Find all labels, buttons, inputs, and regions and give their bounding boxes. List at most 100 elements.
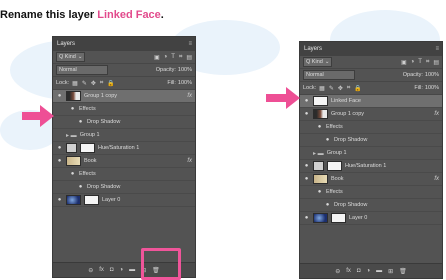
layer-row[interactable]: ● Group 1 copy fx <box>53 90 195 103</box>
layer-row[interactable]: ● Layer 0 <box>300 212 442 225</box>
layer-row[interactable]: ● Layer 0 <box>53 194 195 207</box>
layers-panel-before: Layers ≡ Q Kind ⌄ ▣ ◑ T ⌗ ▤ Normal Opacit… <box>52 36 196 278</box>
new-adjustment-icon[interactable]: ◑ <box>367 268 371 274</box>
layer-name[interactable]: Hue/Saturation 1 <box>345 163 386 169</box>
layer-row[interactable]: ● Group 1 copy fx <box>300 108 442 121</box>
layer-thumbnail <box>66 91 81 101</box>
type-filter-icon[interactable]: T <box>171 54 175 61</box>
eye-icon[interactable]: ● <box>316 124 323 130</box>
lock-paint-icon[interactable]: ✎ <box>329 85 334 92</box>
layer-name[interactable]: Group 1 copy <box>331 111 364 117</box>
pixel-filter-icon[interactable]: ▣ <box>154 54 160 61</box>
layer-name[interactable]: Group 1 <box>327 150 347 156</box>
blend-mode-select[interactable]: Normal <box>56 65 108 75</box>
smart-object-filter-icon[interactable]: ▤ <box>186 54 192 61</box>
shape-filter-icon[interactable]: ⌗ <box>179 54 182 61</box>
layer-row[interactable]: ● Hue/Saturation 1 <box>300 160 442 173</box>
eye-icon[interactable]: ● <box>77 119 84 125</box>
kind-filter-select[interactable]: Q Kind ⌄ <box>303 57 333 67</box>
eye-icon[interactable]: ● <box>303 111 310 117</box>
layer-row[interactable]: ● Drop Shadow <box>300 199 442 212</box>
eye-icon[interactable]: ● <box>324 202 331 208</box>
eye-icon[interactable]: ● <box>77 184 84 190</box>
new-group-icon[interactable]: ▬ <box>129 267 135 273</box>
eye-icon[interactable]: ● <box>303 176 310 182</box>
layer-row[interactable]: ● Effects <box>300 121 442 134</box>
adjustment-thumbnail <box>66 143 77 153</box>
eye-icon[interactable]: ● <box>303 98 310 104</box>
lock-all-icon[interactable]: 🔒 <box>107 80 114 87</box>
lock-transparency-icon[interactable]: ▦ <box>319 85 325 92</box>
layers-tab[interactable]: Layers <box>304 46 322 52</box>
layer-row[interactable]: ● Hue/Saturation 1 <box>53 142 195 155</box>
lock-artboard-icon[interactable]: ⌗ <box>347 85 350 92</box>
layer-row[interactable]: ● Linked Face <box>300 95 442 108</box>
add-mask-icon[interactable]: ◘ <box>110 267 114 273</box>
type-filter-icon[interactable]: T <box>418 59 422 66</box>
layer-row[interactable]: ▸ ▬ Group 1 <box>300 147 442 160</box>
adjustment-filter-icon[interactable]: ◑ <box>411 59 415 66</box>
eye-icon[interactable]: ● <box>56 93 63 99</box>
layer-row[interactable]: ● Drop Shadow <box>300 134 442 147</box>
layer-row[interactable]: ▸ ▬ Group 1 <box>53 129 195 142</box>
lock-position-icon[interactable]: ✥ <box>338 85 343 92</box>
new-layer-icon[interactable]: ⊞ <box>388 268 393 275</box>
layer-name[interactable]: Book <box>84 158 97 164</box>
eye-icon[interactable]: ● <box>303 163 310 169</box>
lock-paint-icon[interactable]: ✎ <box>82 80 87 87</box>
eye-icon[interactable]: ● <box>69 106 76 112</box>
adjustment-filter-icon[interactable]: ◑ <box>164 54 168 61</box>
kind-filter-select[interactable]: Q Kind ⌄ <box>56 52 86 62</box>
eye-icon[interactable]: ● <box>303 215 310 221</box>
lock-artboard-icon[interactable]: ⌗ <box>100 80 103 87</box>
add-style-icon[interactable]: fx <box>99 267 104 273</box>
add-mask-icon[interactable]: ◘ <box>357 268 361 274</box>
lock-all-icon[interactable]: 🔒 <box>354 85 361 92</box>
layer-row[interactable]: ● Effects <box>53 103 195 116</box>
opacity-field[interactable]: 100% <box>425 72 439 78</box>
shape-filter-icon[interactable]: ⌗ <box>426 59 429 66</box>
layer-name[interactable]: Layer 0 <box>102 197 120 203</box>
new-group-icon[interactable]: ▬ <box>376 268 382 274</box>
panel-menu-icon[interactable]: ≡ <box>435 46 438 52</box>
delete-layer-icon[interactable]: 🗑 <box>399 268 407 275</box>
layer-row[interactable]: ● Drop Shadow <box>53 116 195 129</box>
smart-object-filter-icon[interactable]: ▤ <box>433 59 439 66</box>
layer-row[interactable]: ● Book fx <box>300 173 442 186</box>
eye-icon[interactable]: ● <box>69 171 76 177</box>
eye-icon[interactable]: ● <box>56 158 63 164</box>
layer-name[interactable]: Layer 0 <box>349 215 367 221</box>
layer-name[interactable]: Group 1 copy <box>84 93 117 99</box>
lock-transparency-icon[interactable]: ▦ <box>72 80 78 87</box>
fx-badge[interactable]: fx <box>187 93 192 99</box>
blend-mode-select[interactable]: Normal <box>303 70 355 80</box>
eye-icon[interactable]: ● <box>316 189 323 195</box>
layer-row[interactable]: ● Drop Shadow <box>53 181 195 194</box>
layers-tab[interactable]: Layers <box>57 41 75 47</box>
link-layers-icon[interactable]: ⊖ <box>88 267 93 274</box>
add-style-icon[interactable]: fx <box>346 268 351 274</box>
pixel-filter-icon[interactable]: ▣ <box>401 59 407 66</box>
fx-badge[interactable]: fx <box>434 176 439 182</box>
lock-position-icon[interactable]: ✥ <box>91 80 96 87</box>
effects-label: Effects <box>79 106 96 112</box>
layer-name[interactable]: Linked Face <box>331 98 361 104</box>
fill-field[interactable]: 100% <box>425 85 439 91</box>
effects-label: Effects <box>326 189 343 195</box>
layer-name[interactable]: Book <box>331 176 344 182</box>
fill-field[interactable]: 100% <box>178 80 192 86</box>
new-adjustment-icon[interactable]: ◑ <box>120 267 124 273</box>
layer-row[interactable]: ● Effects <box>53 168 195 181</box>
fx-badge[interactable]: fx <box>434 111 439 117</box>
layer-row[interactable]: ● Book fx <box>53 155 195 168</box>
opacity-field[interactable]: 100% <box>178 67 192 73</box>
panel-menu-icon[interactable]: ≡ <box>188 41 191 47</box>
layer-name[interactable]: Group 1 <box>80 132 100 138</box>
layer-row[interactable]: ● Effects <box>300 186 442 199</box>
eye-icon[interactable]: ● <box>56 145 63 151</box>
layer-name[interactable]: Hue/Saturation 1 <box>98 145 139 151</box>
link-layers-icon[interactable]: ⊖ <box>335 268 340 275</box>
eye-icon[interactable]: ● <box>324 137 331 143</box>
eye-icon[interactable]: ● <box>56 197 63 203</box>
fx-badge[interactable]: fx <box>187 158 192 164</box>
